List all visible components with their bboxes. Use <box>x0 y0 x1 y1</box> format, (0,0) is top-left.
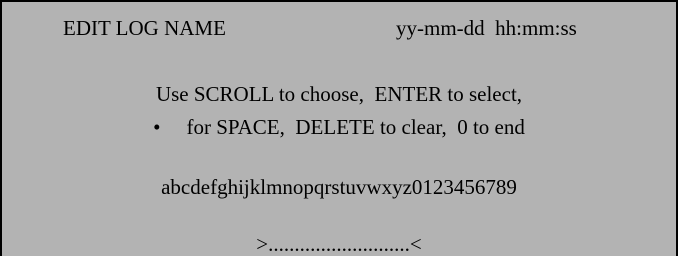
datetime-format-label: yy-mm-dd hh:mm:ss <box>396 16 577 40</box>
screen-title: EDIT LOG NAME <box>63 16 226 40</box>
log-name-entry-field[interactable]: >...........................< <box>2 232 676 257</box>
character-set-selector[interactable]: abcdefghijklmnopqrstuvwxyz0123456789 <box>2 175 676 200</box>
instruction-line-1: Use SCROLL to choose, ENTER to select, <box>155 82 523 106</box>
instruction-line-2: • for SPACE, DELETE to clear, 0 to end <box>2 115 676 140</box>
bullet-icon: • <box>153 115 161 139</box>
display-screen: EDIT LOG NAME yy-mm-dd hh:mm:ss Use SCRO… <box>0 0 678 256</box>
instruction-line-2-text: for SPACE, DELETE to clear, 0 to end <box>186 115 525 139</box>
